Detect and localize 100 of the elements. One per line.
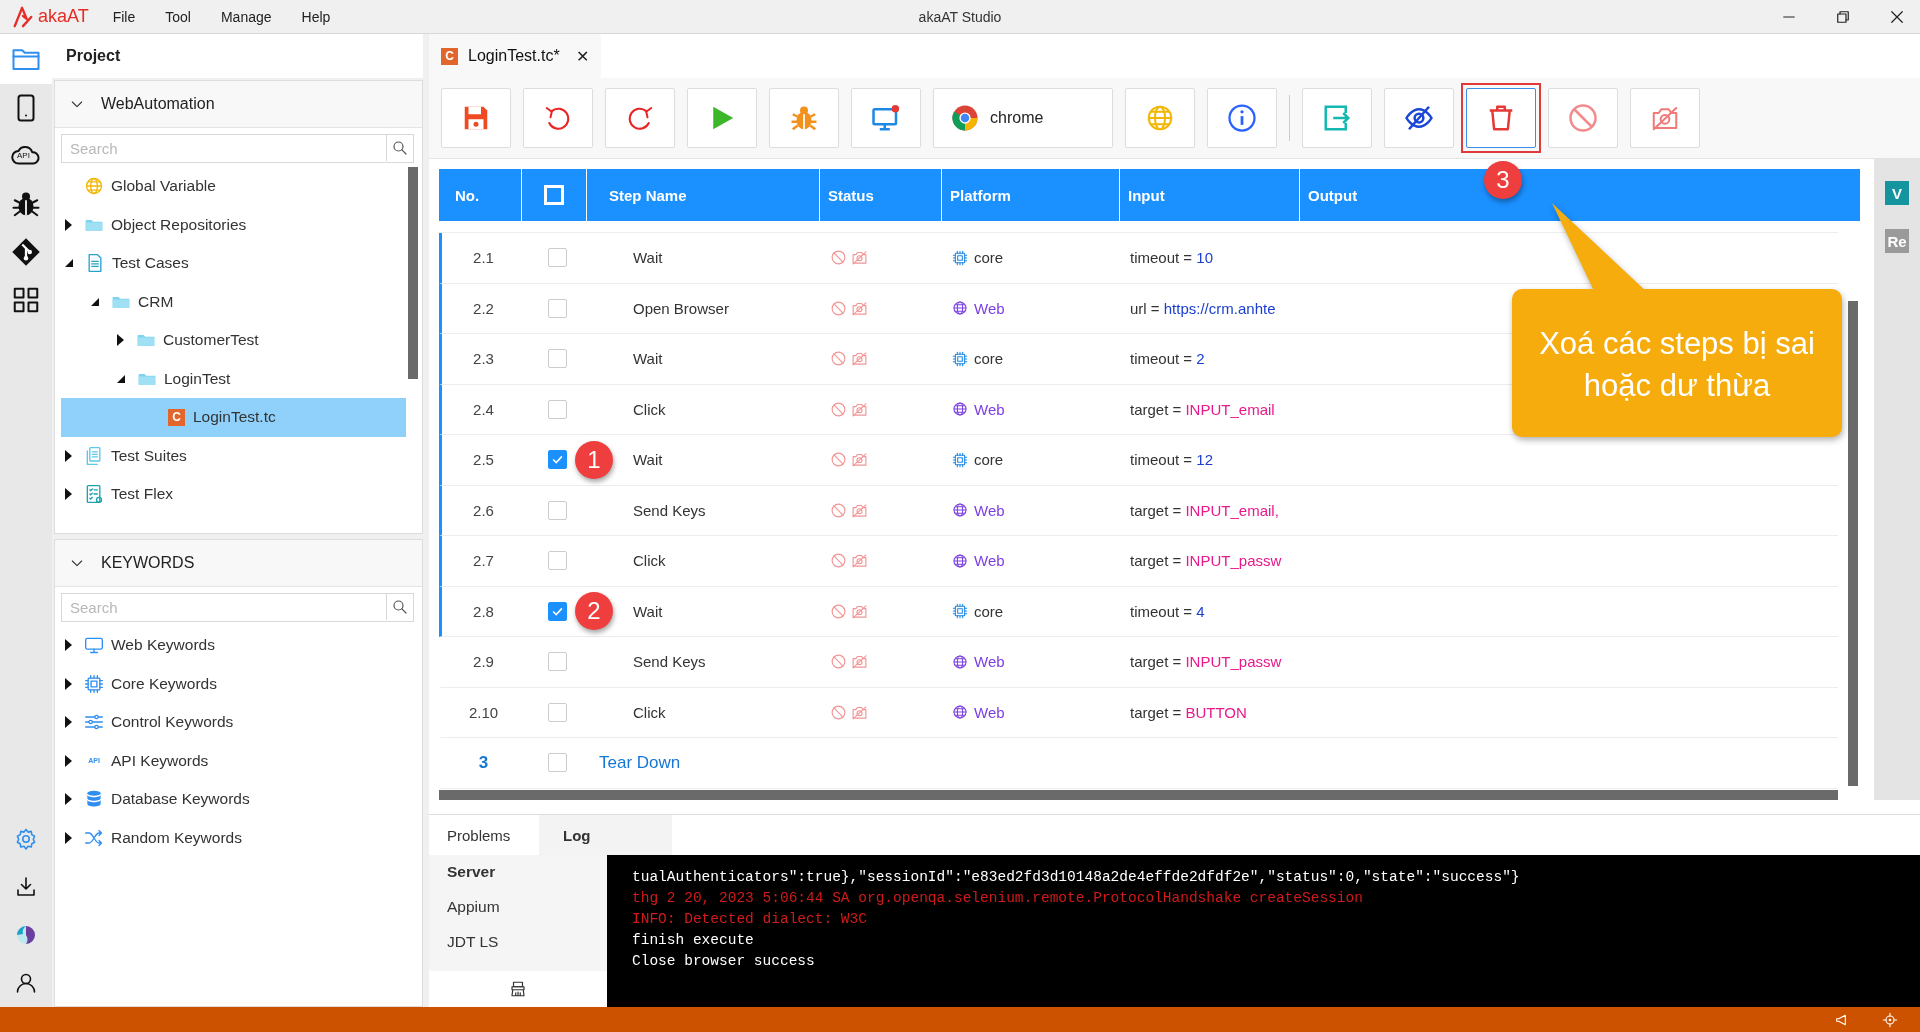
table-cell: Wait bbox=[633, 451, 663, 469]
expand-arrow-icon[interactable] bbox=[65, 793, 72, 806]
expand-arrow-icon[interactable] bbox=[65, 639, 72, 652]
select-all-checkbox[interactable] bbox=[544, 185, 564, 205]
ban-icon[interactable] bbox=[830, 451, 847, 469]
tree-item[interactable]: API Keywords bbox=[111, 751, 209, 770]
expand-arrow-icon[interactable] bbox=[65, 218, 72, 231]
expand-arrow-icon[interactable] bbox=[91, 297, 99, 306]
ban-icon[interactable] bbox=[830, 400, 847, 418]
clear-icon[interactable] bbox=[509, 980, 527, 998]
table-cell-text: 3 bbox=[477, 752, 490, 773]
window-title: akaAT Studio bbox=[918, 8, 1002, 25]
app-logo: akaAT bbox=[38, 6, 89, 27]
camera-off-icon[interactable] bbox=[851, 451, 868, 469]
tree-item[interactable]: Object Repositories bbox=[111, 215, 247, 234]
locate-icon[interactable] bbox=[1882, 1011, 1898, 1028]
checkbox[interactable] bbox=[547, 551, 567, 571]
globe-icon bbox=[952, 502, 968, 519]
ban-icon[interactable] bbox=[830, 703, 847, 721]
tree-item[interactable]: Database Keywords bbox=[111, 790, 250, 809]
table-cell: core bbox=[974, 451, 1004, 469]
expand-arrow-icon[interactable] bbox=[117, 334, 124, 347]
table-cell-text: 2.7 bbox=[472, 552, 495, 570]
tree-item[interactable]: CustomerTest bbox=[163, 331, 259, 350]
ban-icon[interactable] bbox=[830, 350, 847, 368]
tree-item[interactable]: Test Suites bbox=[111, 446, 187, 465]
checkbox[interactable] bbox=[547, 753, 567, 773]
table-cell: core bbox=[974, 350, 1004, 368]
tree-item[interactable]: Web Keywords bbox=[111, 636, 215, 655]
expand-arrow-icon[interactable] bbox=[117, 374, 125, 383]
checkbox[interactable] bbox=[547, 601, 567, 621]
server-item[interactable]: Appium bbox=[447, 898, 607, 916]
menu-item[interactable]: Help bbox=[301, 8, 331, 25]
tree-item[interactable]: CRM bbox=[138, 292, 174, 311]
ban-icon[interactable] bbox=[830, 501, 847, 519]
ban-icon[interactable] bbox=[830, 249, 847, 267]
tree-item[interactable]: Test Flex bbox=[111, 485, 173, 504]
expand-arrow-icon[interactable] bbox=[65, 831, 72, 844]
server-item[interactable]: JDT LS bbox=[447, 933, 607, 951]
log-line: finish execute bbox=[632, 931, 755, 950]
camera-off-icon[interactable] bbox=[851, 703, 868, 721]
menu-item[interactable]: Manage bbox=[220, 8, 272, 25]
expand-arrow-icon[interactable] bbox=[65, 716, 72, 729]
section-title[interactable]: WebAutomation bbox=[101, 95, 215, 113]
table-cell-text: url = https://crm.anhte bbox=[1129, 299, 1277, 317]
editor-tab[interactable]: C LoginTest.tc* ✕ bbox=[429, 34, 601, 78]
camera-off-icon[interactable] bbox=[851, 299, 868, 317]
checkbox[interactable] bbox=[547, 500, 567, 520]
column-header: Platform bbox=[942, 169, 1120, 221]
close-icon[interactable]: ✕ bbox=[575, 46, 589, 66]
tree-item[interactable]: Random Keywords bbox=[111, 828, 242, 847]
menu-item[interactable]: Tool bbox=[165, 8, 191, 25]
checkbox[interactable] bbox=[547, 298, 567, 318]
side-tab[interactable]: V bbox=[1885, 181, 1909, 205]
server-item[interactable]: Server bbox=[447, 863, 607, 881]
tree-item[interactable]: Test Cases bbox=[112, 254, 189, 273]
camera-off-icon[interactable] bbox=[851, 350, 868, 368]
panel-tab[interactable]: Log bbox=[539, 815, 672, 855]
camera-off-icon[interactable] bbox=[851, 501, 868, 519]
ban-icon[interactable] bbox=[830, 552, 847, 570]
checkbox[interactable] bbox=[547, 450, 567, 470]
expand-arrow-icon[interactable] bbox=[65, 449, 72, 462]
checkbox[interactable] bbox=[547, 652, 567, 672]
panel-tab[interactable]: Problems bbox=[429, 815, 539, 855]
tree-item[interactable]: Global Variable bbox=[111, 177, 216, 196]
section-title[interactable]: KEYWORDS bbox=[101, 554, 195, 572]
documents-icon bbox=[84, 445, 104, 466]
tree-item[interactable]: LoginTest.tc bbox=[193, 408, 276, 427]
camera-off-icon[interactable] bbox=[851, 249, 868, 267]
checkbox[interactable] bbox=[547, 399, 567, 419]
rail-button[interactable]: API bbox=[0, 132, 52, 180]
toolbar-button[interactable]: chrome bbox=[933, 88, 1113, 148]
tab-label: LoginTest.tc* bbox=[468, 47, 560, 65]
scrollbar[interactable] bbox=[408, 167, 418, 379]
tree-item[interactable]: Core Keywords bbox=[111, 674, 217, 693]
ban-icon[interactable] bbox=[830, 653, 847, 671]
globe-icon bbox=[952, 300, 968, 317]
expand-arrow-icon[interactable] bbox=[65, 677, 72, 690]
tree-item[interactable]: LoginTest bbox=[164, 369, 231, 388]
expand-arrow-icon[interactable] bbox=[65, 259, 73, 268]
checkbox[interactable] bbox=[547, 349, 567, 369]
expand-arrow-icon[interactable] bbox=[65, 754, 72, 767]
table-cell: Web bbox=[974, 400, 1005, 418]
tree-item[interactable]: Control Keywords bbox=[111, 713, 234, 732]
menu-item[interactable]: File bbox=[112, 8, 136, 25]
scrollbar[interactable] bbox=[1848, 301, 1858, 786]
scrollbar[interactable] bbox=[439, 790, 1838, 800]
camera-off-icon[interactable] bbox=[851, 602, 868, 620]
ban-icon[interactable] bbox=[830, 299, 847, 317]
table-cell: core bbox=[974, 602, 1004, 620]
checkbox[interactable] bbox=[547, 248, 567, 268]
checkbox[interactable] bbox=[547, 702, 567, 722]
globe-icon bbox=[952, 653, 968, 670]
expand-arrow-icon[interactable] bbox=[65, 488, 72, 501]
camera-off-icon[interactable] bbox=[851, 653, 868, 671]
camera-off-icon[interactable] bbox=[851, 400, 868, 418]
grid-icon bbox=[11, 285, 41, 315]
camera-off-icon[interactable] bbox=[851, 552, 868, 570]
ban-icon[interactable] bbox=[830, 602, 847, 620]
file-icon: C bbox=[168, 408, 185, 426]
